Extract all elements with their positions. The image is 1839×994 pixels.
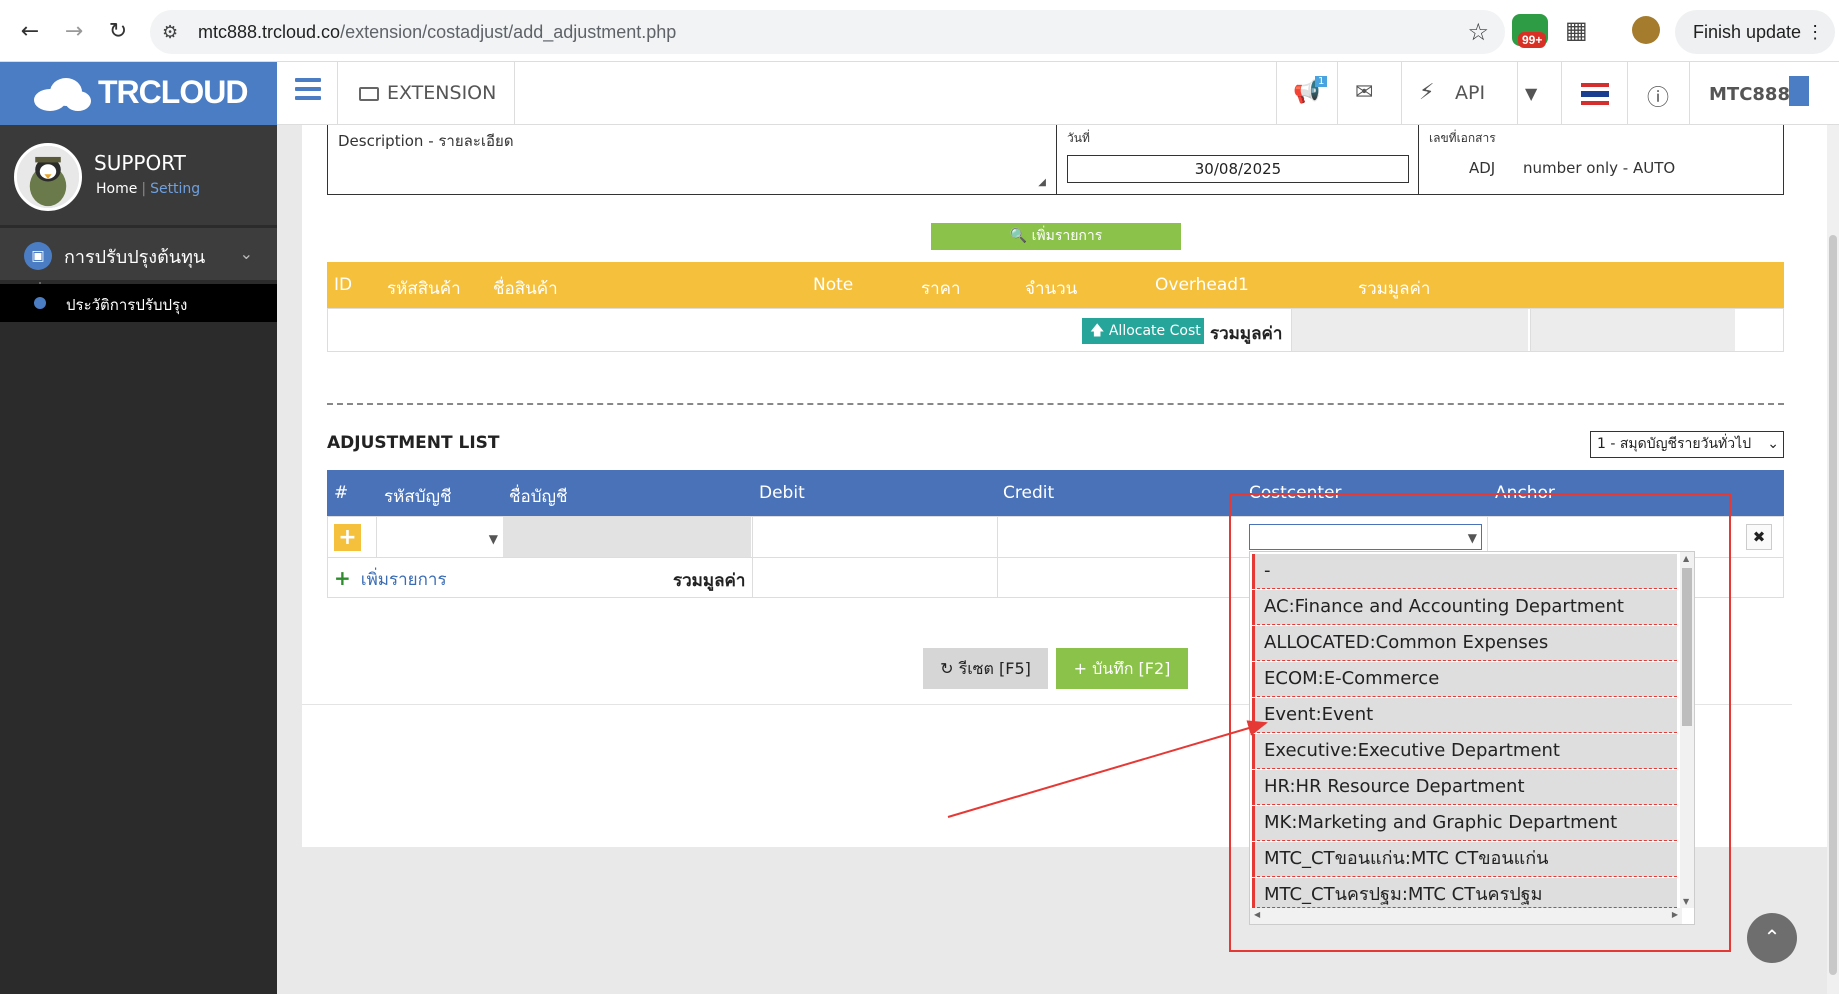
search-icon: 🔍: [1009, 228, 1028, 244]
delete-row-button[interactable]: ✖: [1746, 524, 1772, 550]
items-total-label: รวมมูลค่า: [1210, 324, 1283, 344]
bus-icon: ▣: [24, 242, 52, 270]
notify-badge: 1: [1315, 76, 1328, 87]
annotation-highlight-box: [1229, 493, 1731, 952]
bookmark-star-icon[interactable]: ☆: [1467, 18, 1489, 46]
avatar[interactable]: [14, 143, 82, 211]
description-label: Description - รายละเอียด: [338, 132, 514, 150]
col-id: ID: [334, 275, 353, 295]
url-text: mtc888.trcloud.co/extension/costadjust/a…: [198, 22, 677, 42]
journal-select[interactable]: 1 - สมุดบัญชีรายวันทั่วไป ⌄: [1590, 431, 1784, 458]
help-icon[interactable]: ⓘ: [1647, 80, 1669, 112]
forward-icon[interactable]: →: [60, 18, 88, 46]
company-code[interactable]: MTC888: [1709, 84, 1790, 105]
col-overhead: Overhead1: [1155, 275, 1249, 295]
page-scrollbar[interactable]: [1827, 125, 1839, 994]
col-product-name: ชื่อสินค้า: [493, 279, 558, 299]
building-icon[interactable]: [1789, 76, 1809, 106]
col-debit: Debit: [759, 483, 805, 503]
account-code-select[interactable]: ▼: [378, 524, 502, 554]
menu-toggle-icon[interactable]: [295, 78, 321, 100]
api-link[interactable]: API: [1455, 82, 1485, 104]
app-logo[interactable]: TRCLOUD: [0, 62, 277, 125]
sidebar-item-cost-adjust[interactable]: ▣ การปรับปรุงต้นทุน ⌄: [0, 228, 277, 280]
items-table-header: ID รหัสสินค้า ชื่อสินค้า Note ราคา จำนวน…: [327, 262, 1784, 308]
col-product-code: รหัสสินค้า: [387, 279, 461, 299]
sidebar: TRCLOUD SUPPORT Home | Setting ▣ การปรับปร…: [0, 62, 277, 994]
account-name-cell: [503, 517, 751, 557]
allocate-cost-button[interactable]: 🡅 Allocate Cost: [1082, 318, 1204, 344]
scroll-to-top-button[interactable]: ⌃: [1747, 913, 1797, 963]
extension-link[interactable]: EXTENSION: [359, 82, 496, 104]
col-hash: #: [334, 483, 349, 503]
sidebar-item-label: การปรับปรุงต้นทุน: [64, 247, 206, 268]
adjustment-total-label: รวมมูลค่า: [673, 571, 746, 591]
doc-number-section: เลขที่เอกสาร ADJ number only - AUTO: [1418, 125, 1784, 195]
col-note: Note: [813, 275, 854, 295]
back-icon[interactable]: ←: [16, 18, 44, 46]
plus-icon: +: [1073, 659, 1088, 678]
items-table-footer: [327, 308, 1784, 352]
arrow-up-icon: 🡅: [1090, 323, 1105, 339]
caret-down-icon[interactable]: ▼: [1525, 84, 1537, 103]
chevron-down-icon: ⌄: [1767, 436, 1779, 452]
date-label: วันที่: [1067, 131, 1090, 145]
sidebar-subitem-label: ประวัติการปรับปรุง: [66, 296, 188, 314]
cloud-logo-icon: [34, 78, 91, 111]
adjustment-title: ADJUSTMENT LIST: [327, 433, 500, 453]
logo-text: TRCLOUD: [98, 74, 248, 110]
user-links: Home | Setting: [96, 181, 201, 197]
col-qty: จำนวน: [1025, 279, 1078, 299]
reload-icon[interactable]: ↻: [104, 18, 132, 46]
site-settings-icon[interactable]: ⚙: [162, 22, 178, 43]
section-divider: [327, 403, 1784, 405]
caret-down-icon: ▼: [488, 532, 498, 546]
megaphone-icon[interactable]: 📢 1: [1293, 76, 1328, 105]
doc-number-input[interactable]: number only - AUTO: [1523, 159, 1675, 177]
col-account-name: ชื่อบัญชี: [509, 487, 568, 507]
description-field[interactable]: Description - รายละเอียด ◢: [327, 125, 1056, 195]
address-bar[interactable]: ⚙ mtc888.trcloud.co/extension/costadjust…: [150, 10, 1505, 54]
user-block: SUPPORT Home | Setting: [0, 125, 277, 225]
extension-badge: 99+: [1518, 32, 1547, 48]
monitor-icon: [359, 86, 379, 101]
plus-icon: +: [334, 566, 351, 590]
col-account-code: รหัสบัญชี: [384, 487, 452, 507]
extension-icon[interactable]: 99+: [1512, 14, 1548, 48]
save-button[interactable]: + บันทึก [F2]: [1056, 648, 1188, 689]
resize-handle-icon[interactable]: ◢: [1038, 177, 1046, 188]
bullet-dot-icon: [34, 297, 46, 309]
add-line-link[interactable]: + เพิ่มรายการ: [334, 566, 447, 593]
date-input[interactable]: 30/08/2025: [1067, 155, 1409, 183]
profile-avatar[interactable]: [1632, 16, 1660, 44]
col-total: รวมมูลค่า: [1358, 279, 1431, 299]
user-name: SUPPORT: [94, 151, 186, 175]
date-section: วันที่ 30/08/2025: [1056, 125, 1418, 195]
chevron-up-icon: ⌃: [1763, 925, 1781, 949]
finish-update-button[interactable]: Finish update ⋮: [1675, 10, 1835, 54]
reset-button[interactable]: ↻ รีเซต [F5]: [923, 648, 1048, 689]
sidebar-item-adjust-history[interactable]: ประวัติการปรับปรุง: [0, 284, 277, 322]
home-link[interactable]: Home: [96, 181, 137, 197]
add-row-button[interactable]: +: [334, 524, 361, 551]
setting-link[interactable]: Setting: [150, 181, 200, 197]
browser-toolbar: ← → ↻ ⚙ mtc888.trcloud.co/extension/cost…: [0, 0, 1839, 62]
penguin-avatar-icon: [17, 146, 79, 208]
col-price: ราคา: [921, 279, 961, 299]
extensions-puzzle-icon[interactable]: ▦: [1565, 16, 1588, 44]
doc-number-label: เลขที่เอกสาร: [1429, 131, 1496, 145]
thai-flag-icon[interactable]: [1581, 83, 1609, 105]
plug-icon[interactable]: ⚡: [1419, 80, 1434, 105]
doc-prefix: ADJ: [1469, 159, 1496, 177]
mail-icon[interactable]: ✉: [1355, 80, 1373, 105]
refresh-icon: ↻: [940, 659, 954, 678]
chevron-down-icon: ⌄: [239, 244, 253, 263]
app-topbar: EXTENSION 📢 1 ✉ ⚡ API ▼ ⓘ MTC888: [277, 62, 1839, 125]
col-credit: Credit: [1003, 483, 1055, 503]
add-items-button[interactable]: 🔍 เพิ่มรายการ: [931, 223, 1181, 250]
